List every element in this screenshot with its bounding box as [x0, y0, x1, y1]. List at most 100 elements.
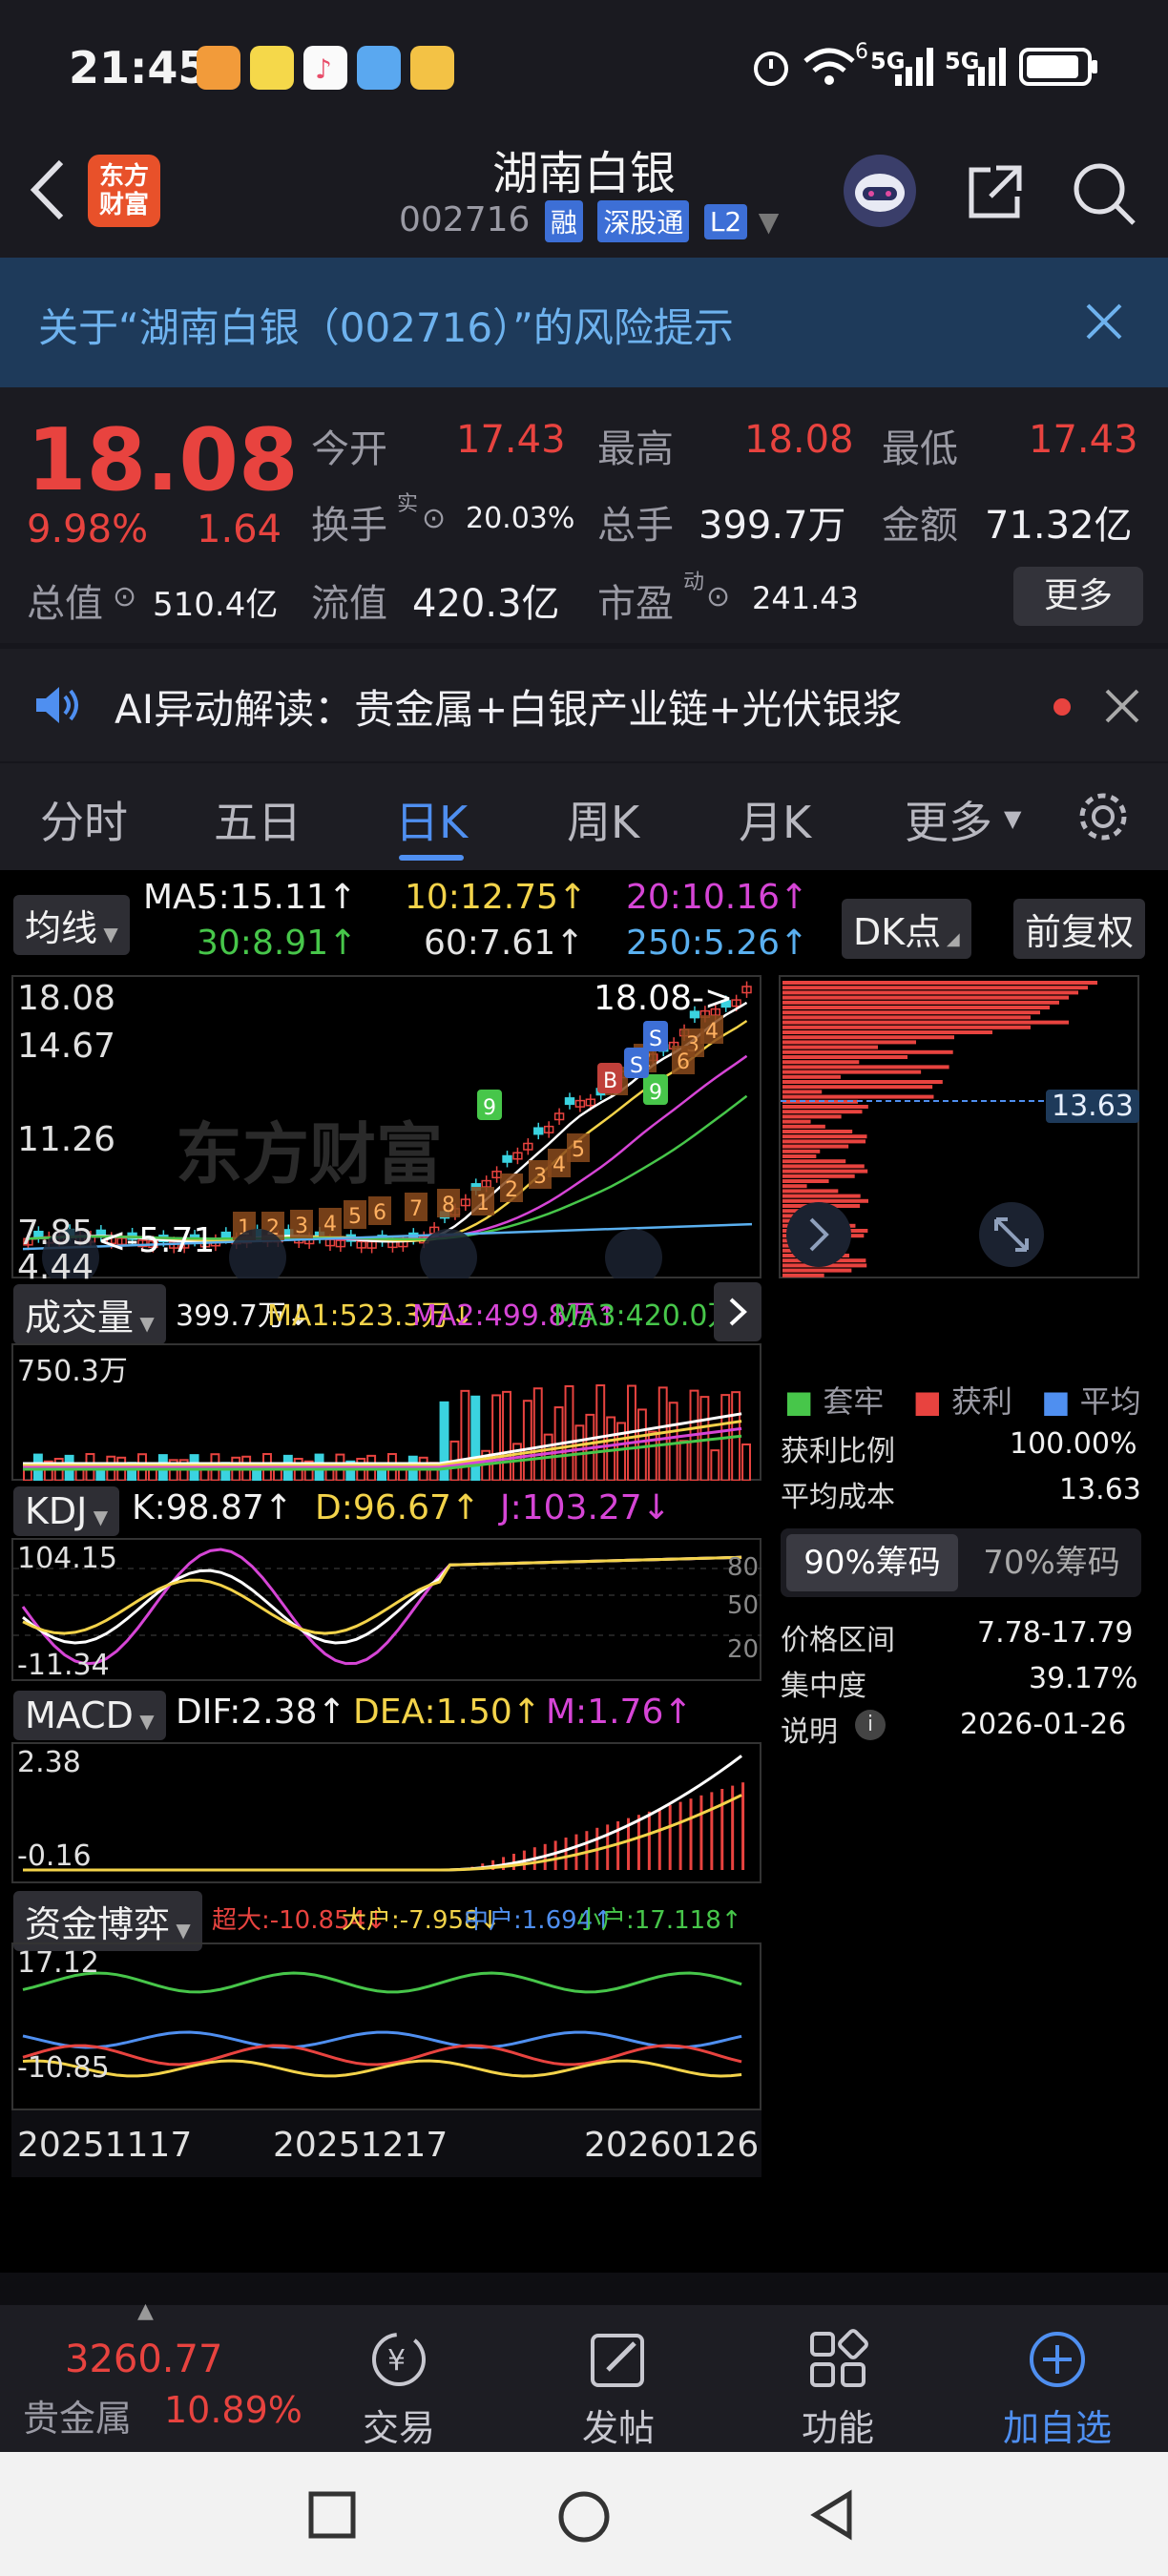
stock-header: 东方 财富 湖南白银 002716 融 深股通 L2 ▼ — [0, 134, 1168, 258]
ai-insight-text[interactable]: AI异动解读：贵金属+白银产业链+光伏银浆 — [115, 677, 903, 736]
macd-panel[interactable]: 2.38 -0.16 — [11, 1742, 761, 1883]
chip-date: 2026-01-26 — [960, 1708, 1127, 1741]
recent-apps-icon[interactable] — [307, 2490, 357, 2540]
chip-bar — [782, 1040, 916, 1045]
chevron-right-icon[interactable] — [714, 1282, 761, 1341]
chip-bar — [782, 1174, 855, 1178]
td-marker-label: 2 — [505, 1178, 518, 1202]
last-price-note: 18.08-> — [594, 979, 734, 1018]
macd-bar — [636, 1815, 640, 1870]
volume-bar — [710, 1449, 720, 1481]
dk-point-toggle[interactable]: DK点 ◢ — [842, 899, 971, 959]
td-marker-label: 5 — [348, 1205, 362, 1229]
signal-marker-label: 9 — [483, 1096, 496, 1120]
fund-selector-label: 资金博弈 — [25, 1903, 171, 1945]
index-ticker[interactable]: ▲ 3260.77 贵金属 10.89% — [0, 2299, 305, 2452]
nav-functions-label: 功能 — [801, 2407, 874, 2449]
concentration-label: 集中度 — [781, 1670, 866, 1703]
tab-intraday[interactable]: 分时 — [40, 788, 128, 851]
ma-selector[interactable]: 均线 ▼ — [13, 895, 130, 955]
volume-bar — [522, 1400, 532, 1481]
stock-code-row[interactable]: 002716 融 深股通 L2 ▼ — [399, 200, 779, 242]
tab-70-chips[interactable]: 70%筹码 — [966, 1534, 1137, 1591]
wifi-sup: 6 — [855, 40, 868, 64]
chip-bar — [782, 1105, 868, 1109]
gear-icon[interactable] — [1073, 786, 1134, 847]
search-icon[interactable] — [1069, 158, 1139, 229]
chip-distribution-panel[interactable]: 13.63 — [779, 975, 1139, 1278]
chip-bar — [782, 995, 1069, 1000]
nav-functions[interactable]: 功能 — [742, 2305, 933, 2451]
chip-bar — [782, 1080, 943, 1084]
book-app-icon — [357, 46, 401, 90]
bottom-toolbar: ▲ 3260.77 贵金属 10.89% ¥ 交易 发帖 功能 加自选 — [0, 2299, 1168, 2452]
nav-add-watchlist[interactable]: 加自选 — [962, 2305, 1153, 2451]
kdj-panel[interactable]: 104.15 -11.34 80 50 20 — [11, 1538, 761, 1682]
chip-bar — [782, 1035, 954, 1040]
nav-trade[interactable]: ¥ 交易 — [303, 2305, 494, 2451]
profit-ratio-value: 100.00% — [1010, 1427, 1137, 1461]
td-marker-label: 6 — [373, 1201, 386, 1225]
trade-icon: ¥ — [372, 2333, 426, 2386]
kdj-level: 80 — [727, 1553, 760, 1582]
fund-small-line — [22, 1971, 742, 1994]
risk-notice-bar[interactable]: 关于“湖南白银（002716）”的风险提示 — [0, 258, 1168, 387]
tab-monthly-k[interactable]: 月K — [739, 788, 811, 851]
tab-90-chips[interactable]: 90%筹码 — [786, 1534, 958, 1591]
td-marker-label: 4 — [553, 1153, 566, 1177]
nav-post[interactable]: 发帖 — [523, 2305, 714, 2451]
macd-bar — [710, 1792, 714, 1870]
chevron-right-icon[interactable] — [782, 1198, 855, 1271]
index-value: 3260.77 — [65, 2337, 223, 2381]
signal-marker-label: S — [649, 1028, 662, 1051]
volume-label: 总手 — [597, 504, 674, 548]
chip-bar — [782, 1139, 866, 1144]
expand-icon[interactable] — [975, 1198, 1048, 1271]
kline-panel[interactable]: 12345678123456234699SSB 东方财富 18.08 14.67… — [11, 975, 761, 1287]
info-dots-icon[interactable]: ⊙ — [113, 580, 136, 613]
info-dots-icon[interactable]: ⊙ — [422, 502, 446, 535]
tab-weekly-k[interactable]: 周K — [567, 788, 639, 851]
close-icon[interactable] — [1082, 300, 1126, 343]
volume-bar — [470, 1395, 481, 1481]
chevron-down-icon: ▼ — [758, 206, 780, 238]
info-dots-icon[interactable]: ⊙ — [706, 580, 730, 613]
add-circle-icon — [1030, 2332, 1085, 2387]
nav-trade-label: 交易 — [362, 2407, 435, 2449]
chip-bar — [782, 1010, 1040, 1015]
fund-panel[interactable]: 17.12 -10.85 — [11, 1942, 761, 2110]
kdj-j: J:103.27↓ — [500, 1488, 671, 1527]
kdj-level: 20 — [727, 1635, 760, 1664]
date-axis: 20251117 20251217 20260126 — [11, 2110, 761, 2177]
ai-insight-banner[interactable]: AI异动解读：贵金属+白银产业链+光伏银浆 — [0, 649, 1168, 761]
app-notification-icon — [410, 46, 454, 90]
volume-bar — [23, 1468, 32, 1481]
macd-selector[interactable]: MACD ▼ — [13, 1691, 166, 1740]
info-icon[interactable]: i — [855, 1710, 886, 1740]
volume-panel[interactable]: 750.3万 — [11, 1343, 761, 1481]
adjust-toggle[interactable]: 前复权 — [1013, 899, 1146, 959]
chip-bar — [782, 1114, 842, 1119]
tab-five-day[interactable]: 五日 — [214, 788, 302, 851]
turnover-label: 换手 — [311, 504, 387, 548]
mcap-label: 总值 — [27, 582, 103, 626]
robot-assistant-icon[interactable] — [840, 151, 920, 231]
open-label: 今开 — [311, 427, 387, 471]
kdj-d: D:96.67↑ — [315, 1488, 481, 1527]
tab-more[interactable]: 更多 — [905, 788, 992, 851]
back-icon[interactable] — [807, 2488, 857, 2542]
more-button[interactable]: 更多 — [1013, 567, 1143, 626]
tab-daily-k[interactable]: 日K — [395, 788, 468, 851]
kdj-selector[interactable]: KDJ ▼ — [13, 1486, 120, 1536]
chip-bar — [782, 1045, 878, 1049]
legend-trapped: 套牢 — [823, 1383, 885, 1420]
home-icon[interactable] — [557, 2490, 611, 2544]
volume-selector[interactable]: 成交量 ▼ — [13, 1284, 166, 1344]
macd-bar — [574, 1834, 578, 1870]
bottom-divider — [0, 2273, 1168, 2305]
volume-bar — [502, 1390, 511, 1481]
grid-icon — [810, 2329, 868, 2387]
close-icon[interactable] — [1103, 687, 1141, 725]
risk-notice-text[interactable]: 关于“湖南白银（002716）”的风险提示 — [38, 296, 734, 354]
share-icon[interactable] — [962, 158, 1029, 225]
